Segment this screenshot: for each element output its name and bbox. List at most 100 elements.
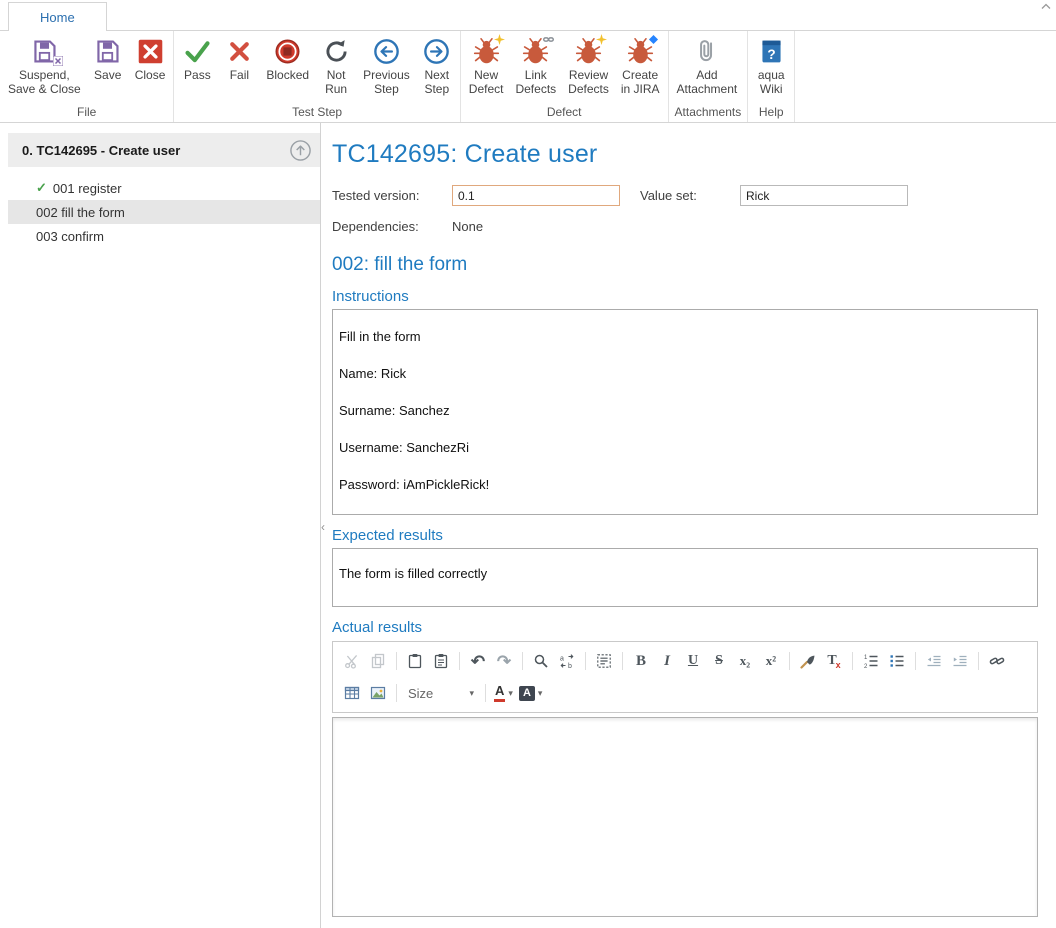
step-passed-check-icon: ✓ [36, 180, 47, 196]
create-in-jira-button[interactable]: Create in JIRA [615, 33, 666, 101]
ribbon-group-label-file: File [2, 101, 171, 122]
ribbon-group-label-test-step: Test Step [176, 101, 457, 122]
paste-from-word-button[interactable] [428, 649, 454, 673]
select-all-button[interactable] [591, 649, 617, 673]
bold-icon: B [636, 653, 646, 670]
toolbar-separator [396, 652, 397, 670]
replace-icon: ab [559, 653, 575, 669]
increase-indent-button[interactable] [947, 649, 973, 673]
editor-toolbar-row-1: ↶ ↷ ab B I U S x₂ x² Tx 12 [339, 645, 1031, 677]
replace-button[interactable]: ab [554, 649, 580, 673]
not-run-button[interactable]: Not Run [315, 33, 357, 101]
not-run-icon [322, 37, 351, 66]
font-size-label: Size [408, 686, 433, 701]
button-label: Close [135, 68, 166, 82]
copy-formatting-brush-icon [800, 653, 816, 669]
ribbon-tabstrip: Home [0, 0, 1056, 30]
fail-button[interactable]: Fail [218, 33, 260, 101]
actual-results-editor-content[interactable] [332, 717, 1038, 917]
previous-step-button[interactable]: Previous Step [357, 33, 416, 101]
insert-table-button[interactable] [339, 681, 365, 705]
close-button[interactable]: Close [129, 33, 172, 101]
subscript-button[interactable]: x₂ [732, 649, 758, 673]
find-button[interactable] [528, 649, 554, 673]
ribbon-group-label-defect: Defect [463, 101, 666, 122]
tested-version-input[interactable] [452, 185, 620, 206]
svg-text:1: 1 [864, 655, 868, 661]
scroll-to-top-button[interactable] [286, 136, 314, 164]
link-icon [989, 653, 1005, 669]
button-label: Add Attachment [677, 68, 738, 96]
remove-format-button[interactable]: Tx [821, 649, 847, 673]
previous-arrow-icon [372, 37, 401, 66]
find-icon [533, 653, 549, 669]
undo-button[interactable]: ↶ [465, 649, 491, 673]
background-color-button[interactable]: A ▾ [516, 681, 546, 705]
font-size-dropdown[interactable]: Size ▾ [404, 686, 478, 701]
button-label: Blocked [266, 68, 309, 82]
toolbar-separator [585, 652, 586, 670]
step-item-label: 002 fill the form [36, 205, 125, 220]
decrease-indent-button[interactable] [921, 649, 947, 673]
step-item-003-confirm[interactable]: 003 confirm [8, 224, 320, 248]
ribbon-group-file: Suspend, Save & Close Save Close File [0, 31, 174, 122]
step-item-002-fill-the-form[interactable]: 002 fill the form [8, 200, 320, 224]
increase-indent-icon [952, 653, 968, 669]
copy-formatting-button[interactable] [795, 649, 821, 673]
step-list: ✓ 001 register 002 fill the form 003 con… [8, 176, 320, 248]
link-defects-button[interactable]: Link Defects [509, 33, 562, 101]
collapse-splitter-icon[interactable]: ‹ [321, 521, 325, 533]
instructions-section-label: Instructions [332, 288, 1038, 305]
test-case-header-title: 0. TC142695 - Create user [22, 143, 180, 158]
aqua-wiki-button[interactable]: ? aqua Wiki [750, 33, 792, 101]
select-all-icon [596, 653, 612, 669]
superscript-button[interactable]: x² [758, 649, 784, 673]
ribbon: Suspend, Save & Close Save Close File Pa… [0, 30, 1056, 123]
bulleted-list-button[interactable] [884, 649, 910, 673]
blocked-button[interactable]: Blocked [260, 33, 315, 101]
link-badge-icon [543, 34, 554, 45]
toolbar-separator [915, 652, 916, 670]
step-item-001-register[interactable]: ✓ 001 register [8, 176, 320, 200]
cut-icon [344, 653, 360, 669]
next-arrow-icon [422, 37, 451, 66]
next-step-button[interactable]: Next Step [416, 33, 458, 101]
svg-text:?: ? [767, 47, 775, 62]
cut-button[interactable] [339, 649, 365, 673]
bold-button[interactable]: B [628, 649, 654, 673]
value-set-input[interactable] [740, 185, 908, 206]
numbered-list-button[interactable]: 12 [858, 649, 884, 673]
test-execution-main: TC142695: Create user Tested version: Va… [321, 123, 1056, 928]
review-defects-button[interactable]: Review Defects [562, 33, 615, 101]
redo-button[interactable]: ↷ [491, 649, 517, 673]
underline-button[interactable]: U [680, 649, 706, 673]
suspend-save-close-button[interactable]: Suspend, Save & Close [2, 33, 87, 101]
tab-home[interactable]: Home [8, 2, 107, 31]
paste-button[interactable] [402, 649, 428, 673]
svg-text:b: b [568, 663, 572, 669]
new-defect-button[interactable]: New Defect [463, 33, 510, 101]
button-label: Next Step [424, 68, 449, 96]
toolbar-separator [789, 652, 790, 670]
italic-button[interactable]: I [654, 649, 680, 673]
dependencies-value: None [452, 219, 483, 234]
sidebar-header: 0. TC142695 - Create user [8, 133, 320, 167]
value-set-label: Value set: [640, 188, 740, 203]
page-title: TC142695: Create user [332, 140, 1038, 169]
link-button[interactable] [984, 649, 1010, 673]
copy-button[interactable] [365, 649, 391, 673]
toolbar-separator [978, 652, 979, 670]
insert-image-button[interactable] [365, 681, 391, 705]
ribbon-group-help: ? aqua Wiki Help [748, 31, 795, 122]
strikethrough-button[interactable]: S [706, 649, 732, 673]
new-sparkle-icon [494, 34, 505, 45]
save-button[interactable]: Save [87, 33, 129, 101]
add-attachment-button[interactable]: Add Attachment [671, 33, 744, 101]
tab-home-label: Home [40, 10, 75, 25]
instruction-line: Name: Rick [339, 367, 1031, 382]
text-color-button[interactable]: A ▾ [491, 681, 516, 705]
underline-icon: U [688, 653, 698, 669]
pass-button[interactable]: Pass [176, 33, 218, 101]
expected-results-box: The form is filled correctly [332, 548, 1038, 607]
panel-divider[interactable]: ‹ [320, 123, 321, 928]
